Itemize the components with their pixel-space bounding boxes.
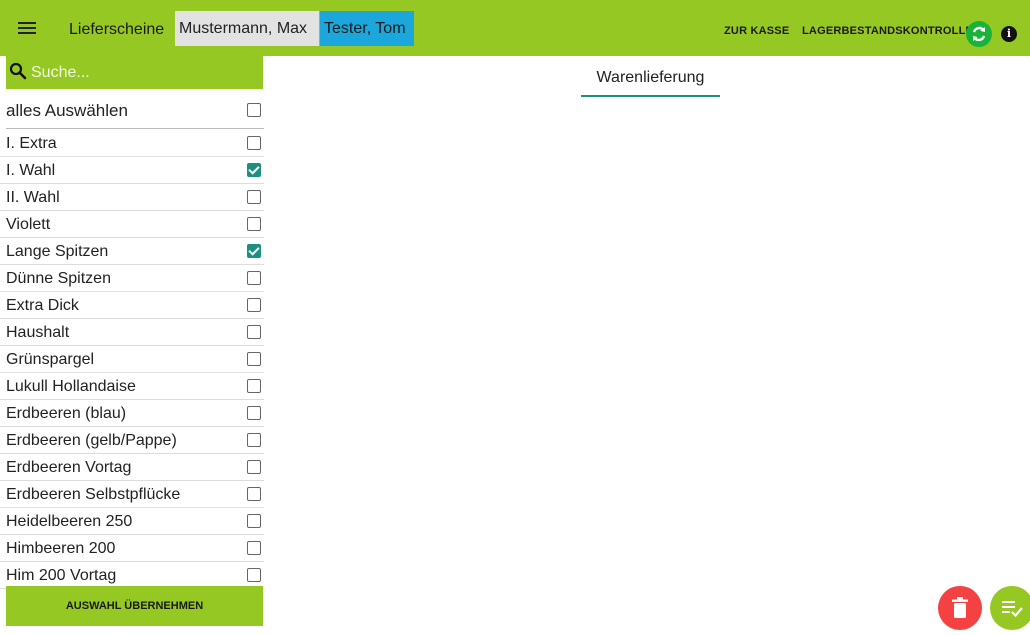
list-item-label: Erdbeeren Vortag <box>6 459 132 476</box>
list-item[interactable]: Erdbeeren (blau) <box>0 400 264 427</box>
list-item[interactable]: Extra Dick <box>0 292 264 319</box>
list-item[interactable]: I. Extra <box>0 130 264 157</box>
list-item[interactable]: Dünne Spitzen <box>0 265 264 292</box>
list-item-label: I. Wahl <box>6 162 56 179</box>
search-input[interactable] <box>31 60 256 86</box>
list-item-checkbox[interactable] <box>247 244 261 258</box>
list-item-label: II. Wahl <box>6 189 60 206</box>
user-chip-tester[interactable]: Tester, Tom <box>320 11 414 46</box>
trash-icon <box>952 597 968 618</box>
select-all-row[interactable]: alles Auswählen <box>0 98 264 126</box>
list-item-label: Erdbeeren (blau) <box>6 405 127 422</box>
list-item-checkbox[interactable] <box>247 190 261 204</box>
list-item-checkbox[interactable] <box>247 352 261 366</box>
lagerbestandskontrolle-button[interactable]: LAGERBESTANDSKONTROLLE <box>802 25 973 37</box>
list-item[interactable]: I. Wahl <box>0 157 264 184</box>
list-item-checkbox[interactable] <box>247 514 261 528</box>
search-icon <box>9 62 27 80</box>
list-item[interactable]: Erdbeeren Selbstpflücke <box>0 481 264 508</box>
list-item-label: I. Extra <box>6 135 57 152</box>
list-item-checkbox[interactable] <box>247 433 261 447</box>
list-item-checkbox[interactable] <box>247 541 261 555</box>
divider <box>6 128 264 129</box>
list-item-label: Grünspargel <box>6 351 95 368</box>
apply-selection-button[interactable]: AUSWAHL ÜBERNEHMEN <box>6 586 263 626</box>
search-bar <box>6 56 263 89</box>
list-item-label: Himbeeren 200 <box>6 540 116 557</box>
delete-button[interactable] <box>938 586 982 630</box>
list-item[interactable]: Erdbeeren (gelb/Pappe) <box>0 427 264 454</box>
list-item-label: Lukull Hollandaise <box>6 378 136 395</box>
select-all-checkbox[interactable] <box>247 103 261 117</box>
zur-kasse-button[interactable]: ZUR KASSE <box>724 25 789 37</box>
list-item-checkbox[interactable] <box>247 217 261 231</box>
tab-indicator <box>581 95 720 97</box>
list-item-checkbox[interactable] <box>247 379 261 393</box>
list-item-label: Violett <box>6 216 51 233</box>
top-app-bar: Lieferscheine Mustermann, Max Tester, To… <box>0 0 1030 56</box>
list-item-checkbox[interactable] <box>247 406 261 420</box>
sidebar: alles Auswählen I. Extra I. Wahl II. Wahl V… <box>0 56 264 626</box>
list-item[interactable]: Violett <box>0 211 264 238</box>
list-item-checkbox[interactable] <box>247 325 261 339</box>
list-item[interactable]: Himbeeren 200 <box>0 535 264 562</box>
refresh-icon[interactable] <box>966 21 992 47</box>
tab-warenlieferung[interactable]: Warenlieferung <box>581 66 720 97</box>
list-item-label: Haushalt <box>6 324 70 341</box>
list-item-label: Extra Dick <box>6 297 79 314</box>
list-item-checkbox[interactable] <box>247 136 261 150</box>
list-item-label: Heidelbeeren 250 <box>6 513 133 530</box>
list-item-label: Dünne Spitzen <box>6 270 111 287</box>
list-item[interactable]: Grünspargel <box>0 346 264 373</box>
playlist-check-icon <box>1002 601 1023 618</box>
list-item-checkbox[interactable] <box>247 487 261 501</box>
app-title: Lieferscheine <box>69 21 165 38</box>
list-item-checkbox[interactable] <box>247 568 261 582</box>
list-item-label: Lange Spitzen <box>6 243 109 260</box>
list-item[interactable]: Heidelbeeren 250 <box>0 508 264 535</box>
list-item-label: Erdbeeren Selbstpflücke <box>6 486 181 503</box>
info-icon[interactable]: i <box>1001 26 1017 42</box>
list-item[interactable]: Haushalt <box>0 319 264 346</box>
confirm-list-button[interactable] <box>990 586 1030 630</box>
list-item-label: Him 200 Vortag <box>6 567 117 584</box>
hamburger-menu-icon[interactable] <box>18 22 36 34</box>
tab-label: Warenlieferung <box>596 69 705 86</box>
list-item-checkbox[interactable] <box>247 460 261 474</box>
select-all-label: alles Auswählen <box>6 101 128 120</box>
user-chip-mustermann[interactable]: Mustermann, Max <box>175 11 319 46</box>
list-item[interactable]: Lukull Hollandaise <box>0 373 264 400</box>
list-item[interactable]: Lange Spitzen <box>0 238 264 265</box>
product-list: I. Extra I. Wahl II. Wahl Violett Lange Spit… <box>0 130 264 589</box>
list-item-checkbox[interactable] <box>247 271 261 285</box>
list-item[interactable]: Him 200 Vortag <box>0 562 264 589</box>
list-item-label: Erdbeeren (gelb/Pappe) <box>6 432 177 449</box>
list-item[interactable]: II. Wahl <box>0 184 264 211</box>
list-item[interactable]: Erdbeeren Vortag <box>0 454 264 481</box>
list-item-checkbox[interactable] <box>247 298 261 312</box>
list-item-checkbox[interactable] <box>247 163 261 177</box>
